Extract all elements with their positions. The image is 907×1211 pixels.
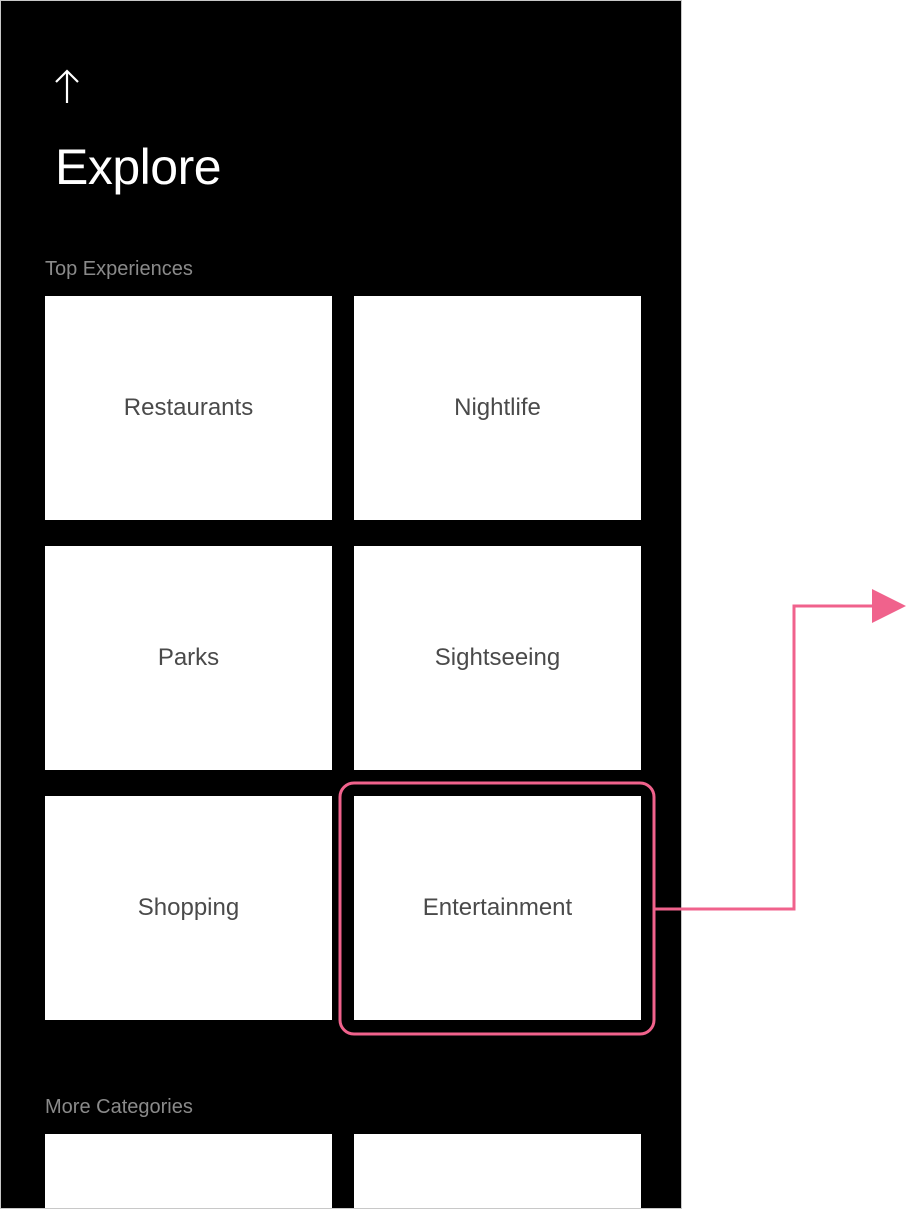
category-tile-entertainment[interactable]: Entertainment: [354, 796, 641, 1020]
page-title: Explore: [55, 139, 222, 195]
section-label-top-experiences: Top Experiences: [45, 258, 193, 280]
back-button[interactable]: [49, 65, 85, 109]
category-tile-sightseeing[interactable]: Sightseeing: [354, 546, 641, 770]
flow-connector-line: [654, 604, 874, 911]
tile-label: Sightseeing: [434, 644, 561, 671]
category-tile-shopping[interactable]: Shopping: [45, 796, 332, 1020]
category-tile-more-1[interactable]: [45, 1134, 332, 1208]
category-tile-restaurants[interactable]: Restaurants: [45, 296, 332, 520]
section-label-more-categories: More Categories: [45, 1096, 193, 1118]
arrow-right-icon: [872, 589, 906, 623]
tile-label: Restaurants: [123, 394, 254, 421]
tile-label: Nightlife: [454, 394, 541, 421]
explore-screen: Explore Top Experiences Restaurants Nigh…: [0, 0, 682, 1209]
category-tile-nightlife[interactable]: Nightlife: [354, 296, 641, 520]
tile-label: Shopping: [137, 894, 240, 921]
category-tile-more-2[interactable]: [354, 1134, 641, 1208]
category-tile-parks[interactable]: Parks: [45, 546, 332, 770]
wireframe-canvas: Explore Top Experiences Restaurants Nigh…: [0, 0, 907, 1211]
tile-label: Parks: [157, 644, 220, 671]
tile-label: Entertainment: [422, 894, 573, 921]
arrow-up-icon: [55, 69, 79, 103]
